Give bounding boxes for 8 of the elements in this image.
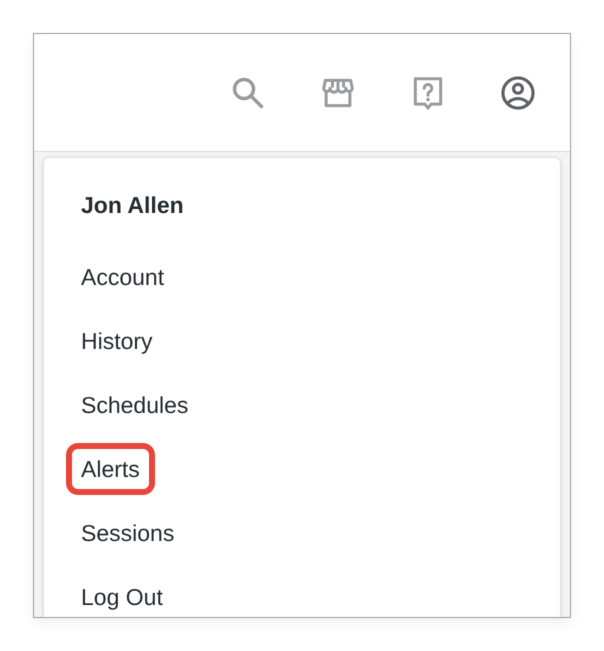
menu-item[interactable]: Alerts	[66, 443, 155, 495]
menu-item[interactable]: Log Out	[66, 571, 178, 617]
menu-item[interactable]: History	[66, 315, 168, 367]
menu-item[interactable]: Account	[66, 251, 180, 303]
menu-item[interactable]: Sessions	[66, 507, 190, 559]
user-name: Jon Allen	[80, 191, 185, 220]
account-icon[interactable]	[499, 74, 537, 112]
menu-item[interactable]: Schedules	[66, 379, 204, 431]
